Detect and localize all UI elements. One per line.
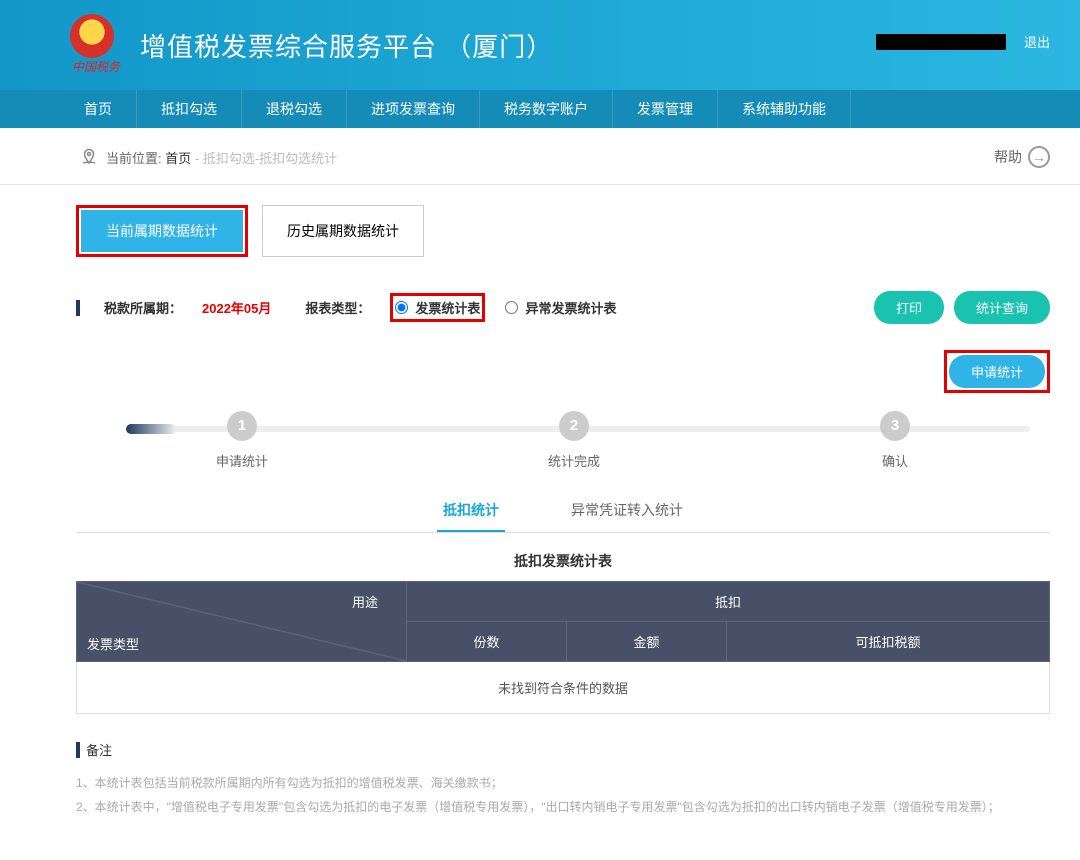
- highlight-current-tab: 当前属期数据统计: [76, 205, 248, 257]
- step-1-number: 1: [227, 411, 257, 441]
- tab-deduct-stats[interactable]: 抵扣统计: [437, 500, 505, 532]
- nav-digital-account[interactable]: 税务数字账户: [480, 90, 613, 128]
- breadcrumb-label: 当前位置:: [106, 151, 162, 166]
- apply-stats-button[interactable]: 申请统计: [949, 355, 1045, 388]
- tax-period-label: 税款所属期：: [104, 298, 182, 317]
- breadcrumb-home[interactable]: 首页: [165, 151, 191, 166]
- nav-deduct[interactable]: 抵扣勾选: [137, 90, 242, 128]
- radio-invoice-stats[interactable]: 发票统计表: [395, 298, 480, 317]
- step-1-label: 申请统计: [216, 451, 268, 470]
- breadcrumb-tail: - 抵扣勾选-抵扣勾选统计: [195, 151, 337, 166]
- highlight-apply-button: 申请统计: [944, 350, 1050, 393]
- th-tax: 可抵扣税额: [727, 622, 1050, 662]
- th-deduct: 抵扣: [407, 582, 1050, 622]
- app-title: 增值税发票综合服务平台 （厦门）: [140, 27, 553, 64]
- report-type-label: 报表类型：: [305, 298, 370, 317]
- deduct-stats-table: 发票类型 用途 抵扣 份数 金额 可抵扣税额 未找到符合条件的数据: [76, 581, 1050, 714]
- th-invoice-type: 发票类型: [87, 634, 139, 653]
- logout-link[interactable]: 退出: [1024, 32, 1050, 51]
- print-button[interactable]: 打印: [874, 291, 944, 324]
- section-bar-icon: [76, 742, 80, 758]
- top-banner: ★ 中国税务 增值税发票综合服务平台 （厦门） 退出: [0, 0, 1080, 90]
- remark-note-2: 2、本统计表中，"增值税电子专用发票"包含勾选为抵扣的电子发票（增值税专用发票）…: [76, 795, 1050, 819]
- nav-refund[interactable]: 退税勾选: [242, 90, 347, 128]
- step-2-label: 统计完成: [548, 451, 600, 470]
- tax-emblem-icon: ★: [70, 14, 114, 58]
- th-use: 用途: [352, 592, 378, 611]
- tab-abnormal-voucher[interactable]: 异常凭证转入统计: [565, 500, 689, 532]
- nav-home[interactable]: 首页: [60, 90, 137, 128]
- location-icon: [80, 148, 98, 166]
- table-no-data: 未找到符合条件的数据: [77, 662, 1050, 714]
- step-3-number: 3: [880, 411, 910, 441]
- tab-history-period[interactable]: 历史属期数据统计: [262, 205, 424, 257]
- section-bar-icon: [76, 300, 80, 316]
- main-nav: 首页 抵扣勾选 退税勾选 进项发票查询 税务数字账户 发票管理 系统辅助功能: [0, 90, 1080, 128]
- user-info-redacted: [876, 34, 1006, 50]
- query-button[interactable]: 统计查询: [954, 291, 1050, 324]
- logo-subtitle: 中国税务: [72, 58, 120, 75]
- highlight-report-type: 发票统计表: [390, 293, 485, 322]
- remark-note-1: 1、本统计表包括当前税款所属期内所有勾选为抵扣的增值税发票、海关缴款书；: [76, 771, 1050, 795]
- nav-system-aux[interactable]: 系统辅助功能: [718, 90, 851, 128]
- th-amount: 金额: [567, 622, 727, 662]
- radio-abnormal-stats[interactable]: 异常发票统计表: [505, 298, 616, 317]
- nav-input-query[interactable]: 进项发票查询: [347, 90, 480, 128]
- th-count: 份数: [407, 622, 567, 662]
- step-2-number: 2: [559, 411, 589, 441]
- breadcrumb: 当前位置: 首页 - 抵扣勾选-抵扣勾选统计 帮助 →: [0, 128, 1080, 185]
- table-title: 抵扣发票统计表: [76, 551, 1050, 571]
- help-link[interactable]: 帮助: [994, 147, 1022, 167]
- tax-period-value: 2022年05月: [202, 298, 271, 317]
- step-3-label: 确认: [880, 451, 910, 470]
- tab-current-period[interactable]: 当前属期数据统计: [81, 210, 243, 252]
- nav-invoice-mgmt[interactable]: 发票管理: [613, 90, 718, 128]
- remark-title: 备注: [86, 740, 112, 759]
- progress-stepper: 1 申请统计 2 统计完成 3 确认: [76, 411, 1050, 470]
- arrow-right-icon[interactable]: →: [1028, 146, 1050, 168]
